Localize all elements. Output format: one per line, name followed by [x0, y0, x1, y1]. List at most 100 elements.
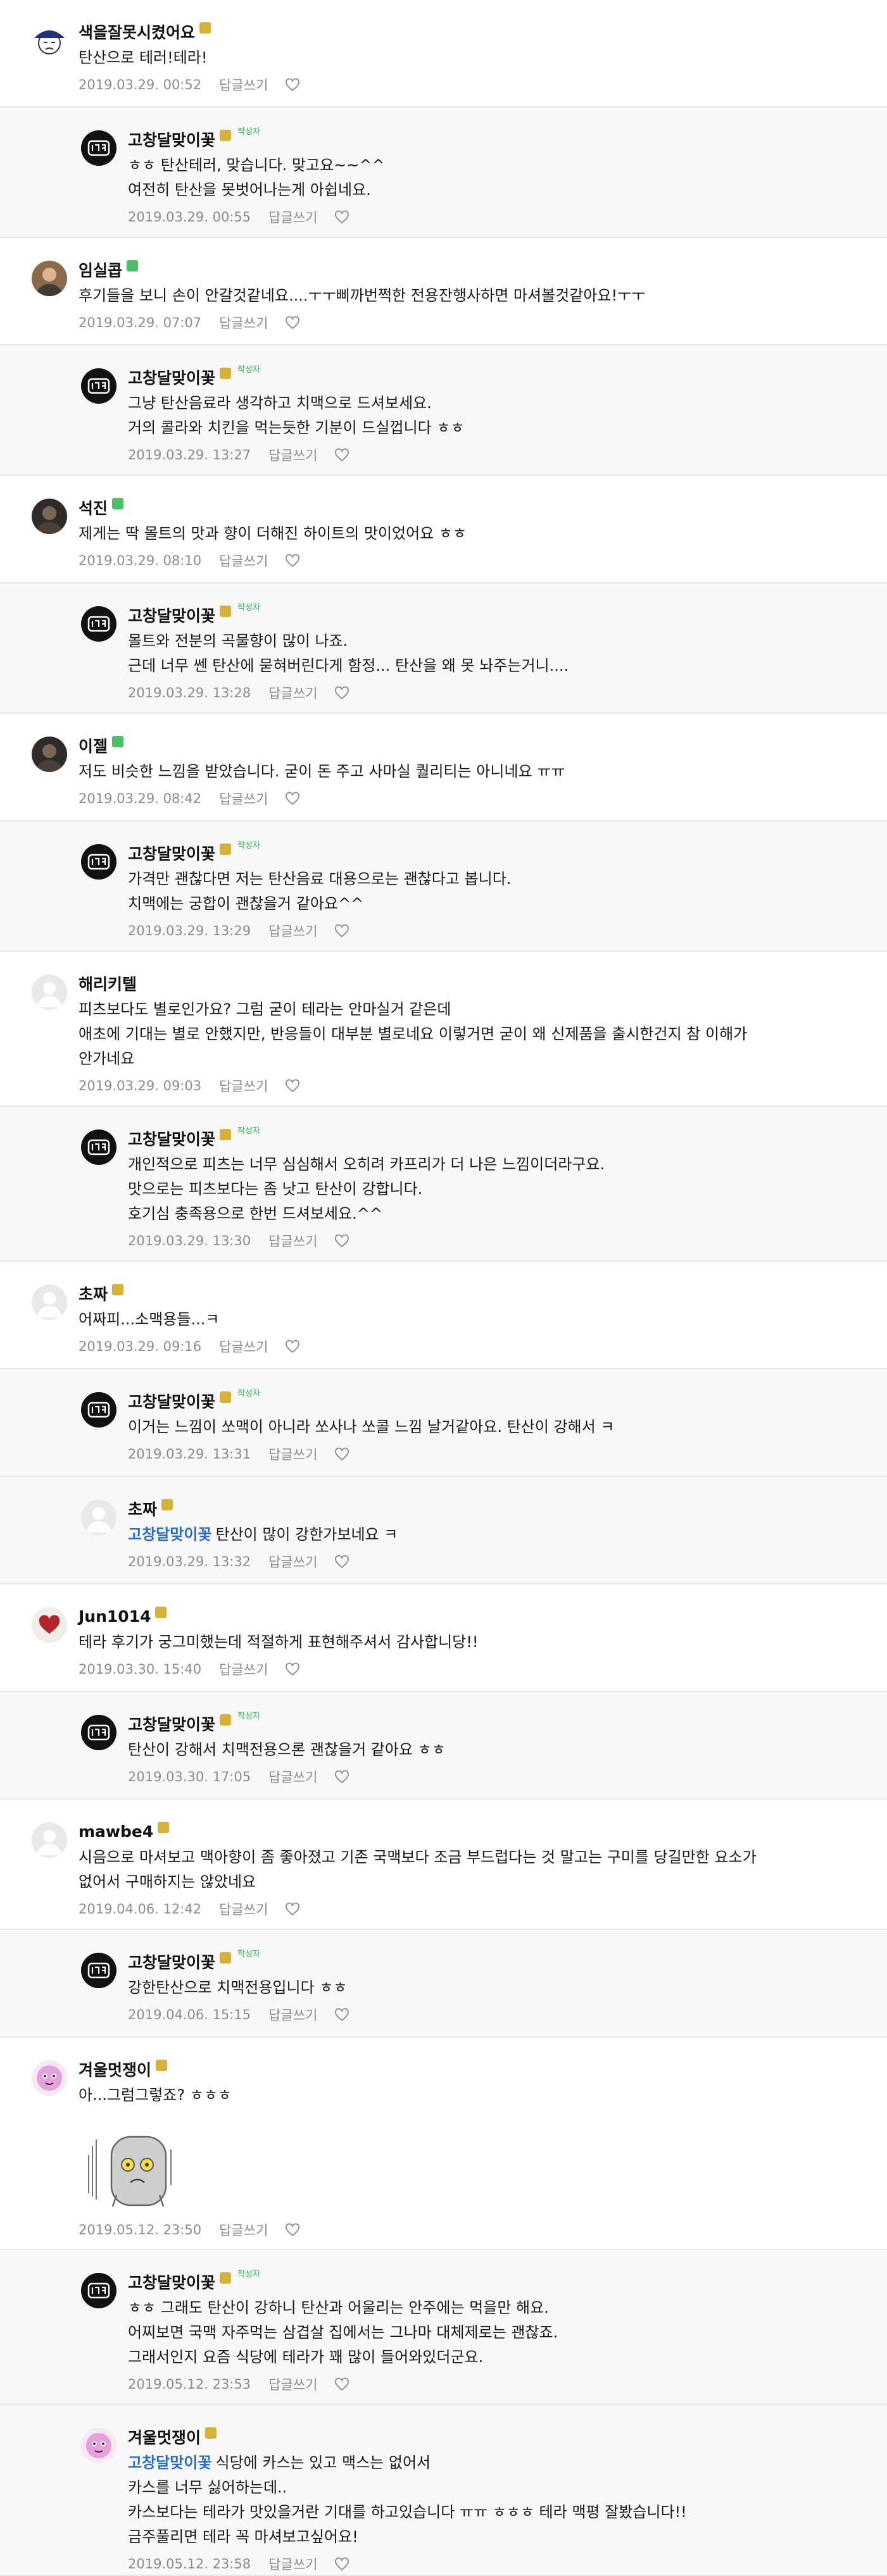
like-heart-icon[interactable]: [284, 1662, 301, 1677]
like-heart-icon[interactable]: [284, 791, 301, 806]
like-heart-icon[interactable]: [284, 1901, 301, 1917]
nickname[interactable]: 색을잘못시켰어요: [79, 20, 195, 43]
reply-button[interactable]: 답글쓰기: [219, 1337, 268, 1356]
comment-line-text: 개인적으로 피츠는 너무 심심해서 오히려 카프리가 더 나은 느낌이더라구요.: [128, 1155, 605, 1173]
reply-button[interactable]: 답글쓰기: [219, 1660, 268, 1679]
nickname-row: 고창달맞이꽃 작성자: [128, 1710, 874, 1738]
nickname[interactable]: 초짜: [128, 1497, 157, 1520]
nickname[interactable]: 겨울멋쟁이: [79, 2058, 151, 2081]
nickname[interactable]: 석진: [79, 496, 108, 519]
avatar[interactable]: [32, 23, 67, 58]
reply-button[interactable]: 답글쓰기: [219, 1076, 268, 1095]
avatar[interactable]: [32, 974, 67, 1010]
author-tag: 작성자: [237, 364, 260, 375]
nickname[interactable]: 이젤: [79, 734, 108, 757]
mention-link[interactable]: 고창달맞이꽃: [128, 1526, 211, 1543]
avatar[interactable]: [81, 1953, 116, 1988]
reply-button[interactable]: 답글쓰기: [268, 2005, 317, 2024]
like-heart-icon[interactable]: [334, 685, 350, 700]
comment-text: 후기들을 보니 손이 안갈것같네요....ㅜㅜ삐까번쩍한 전용잔행사하면 마셔볼…: [79, 283, 874, 308]
member-level-icon: [220, 1129, 232, 1140]
like-heart-icon[interactable]: [334, 2377, 350, 2392]
reply-button[interactable]: 답글쓰기: [268, 1231, 317, 1250]
reply-button[interactable]: 답글쓰기: [219, 551, 268, 570]
comment-line: 애초에 기대는 별로 안했지만, 반응들이 대부분 별로네요 이렇거면 굳이 왜…: [79, 1022, 874, 1047]
avatar[interactable]: [81, 368, 116, 404]
avatar[interactable]: [81, 1129, 116, 1165]
nickname[interactable]: 고창달맞이꽃: [128, 1712, 215, 1735]
avatar[interactable]: [32, 261, 67, 296]
like-heart-icon[interactable]: [334, 1447, 350, 1462]
nickname[interactable]: 고창달맞이꽃: [128, 1127, 215, 1150]
avatar[interactable]: [81, 1392, 116, 1428]
like-heart-icon[interactable]: [284, 553, 301, 568]
avatar[interactable]: [81, 1715, 116, 1750]
reply-button[interactable]: 답글쓰기: [219, 2220, 268, 2239]
nickname[interactable]: 고창달맞이꽃: [128, 604, 215, 626]
avatar[interactable]: [81, 1500, 116, 1535]
avatar[interactable]: [32, 737, 67, 772]
avatar[interactable]: [32, 1607, 67, 1643]
reply-button[interactable]: 답글쓰기: [268, 208, 317, 227]
reply-button[interactable]: 답글쓰기: [268, 445, 317, 464]
like-heart-icon[interactable]: [284, 1078, 301, 1093]
avatar[interactable]: [81, 606, 116, 642]
nickname[interactable]: 고창달맞이꽃: [128, 2270, 215, 2293]
avatar[interactable]: [81, 844, 116, 880]
comment-date: 2019.03.29. 09:16: [79, 1339, 202, 1354]
like-heart-icon[interactable]: [284, 1339, 301, 1354]
avatar[interactable]: [81, 130, 116, 166]
nickname[interactable]: 고창달맞이꽃: [128, 1390, 215, 1412]
comment-date: 2019.03.29. 07:07: [79, 315, 202, 330]
like-heart-icon[interactable]: [334, 2556, 350, 2572]
like-heart-icon[interactable]: [334, 923, 350, 938]
comment-line-text: 시음으로 마셔보고 맥아향이 좀 좋아졌고 기존 국맥보다 조금 부드럽다는 것…: [79, 1848, 757, 1866]
reply-button[interactable]: 답글쓰기: [219, 313, 268, 332]
like-heart-icon[interactable]: [284, 2222, 301, 2237]
like-heart-icon[interactable]: [334, 1769, 350, 1784]
reply-button[interactable]: 답글쓰기: [268, 1767, 317, 1786]
avatar[interactable]: [32, 1285, 67, 1320]
reply-button[interactable]: 답글쓰기: [268, 2554, 317, 2573]
reply-button[interactable]: 답글쓰기: [219, 789, 268, 808]
reply-button[interactable]: 답글쓰기: [268, 921, 317, 940]
avatar[interactable]: [81, 2273, 116, 2308]
reply-button[interactable]: 답글쓰기: [268, 1445, 317, 1464]
mention-link[interactable]: 고창달맞이꽃: [128, 2454, 211, 2472]
comment-text: 어짜피...소맥용들...ㅋ: [79, 1307, 874, 1332]
like-heart-icon[interactable]: [334, 1554, 350, 1569]
nickname-row: 고창달맞이꽃 작성자: [128, 1387, 874, 1415]
nickname[interactable]: 겨울멋쟁이: [128, 2425, 201, 2448]
nickname[interactable]: 초짜: [79, 1282, 108, 1305]
comment-line-text: 탄산이 강해서 치맥전용으론 괜찮을거 같아요 ㅎㅎ: [128, 1741, 446, 1758]
avatar[interactable]: [32, 2060, 67, 2096]
reply-comment: 고창달맞이꽃 작성자 ㅎㅎ 탄산테러, 맞습니다. 맞고요~~^^ 여전히 탄산을 못…: [0, 108, 887, 238]
comment-line-text: 없어서 구매하지는 않았네요: [79, 1873, 256, 1891]
reply-button[interactable]: 답글쓰기: [268, 683, 317, 702]
nickname[interactable]: mawbe4: [79, 1822, 153, 1841]
avatar[interactable]: [32, 499, 67, 534]
comment-body: 색을잘못시켰어요 탄산으로 테러!테라! 2019.03.29. 00:52 답글쓰기: [79, 18, 874, 94]
reply-button[interactable]: 답글쓰기: [219, 1900, 268, 1919]
comment-meta: 2019.03.29. 13:28 답글쓰기: [128, 683, 874, 702]
like-heart-icon[interactable]: [284, 77, 301, 92]
nickname[interactable]: 고창달맞이꽃: [128, 128, 215, 151]
nickname[interactable]: Jun1014: [79, 1607, 151, 1626]
like-heart-icon[interactable]: [334, 447, 350, 463]
avatar[interactable]: [81, 2428, 116, 2463]
reply-button[interactable]: 답글쓰기: [268, 2375, 317, 2394]
nickname[interactable]: 임실콥: [79, 258, 122, 281]
like-heart-icon[interactable]: [334, 1233, 350, 1248]
like-heart-icon[interactable]: [334, 2007, 350, 2022]
nickname[interactable]: 고창달맞이꽃: [128, 842, 215, 864]
comment-line-text: 아...그럼그렇죠? ㅎㅎㅎ: [79, 2086, 232, 2104]
nickname[interactable]: 해리키텔: [79, 972, 137, 995]
reply-button[interactable]: 답글쓰기: [219, 75, 268, 94]
like-heart-icon[interactable]: [284, 315, 301, 330]
like-heart-icon[interactable]: [334, 209, 350, 225]
avatar[interactable]: [32, 1822, 67, 1858]
comment-body: 이젤 저도 비슷한 느낌을 받았습니다. 굳이 돈 주고 사마실 퀄리티는 아니네…: [79, 731, 874, 808]
nickname[interactable]: 고창달맞이꽃: [128, 366, 215, 389]
reply-button[interactable]: 답글쓰기: [268, 1552, 317, 1571]
nickname[interactable]: 고창달맞이꽃: [128, 1950, 215, 1973]
